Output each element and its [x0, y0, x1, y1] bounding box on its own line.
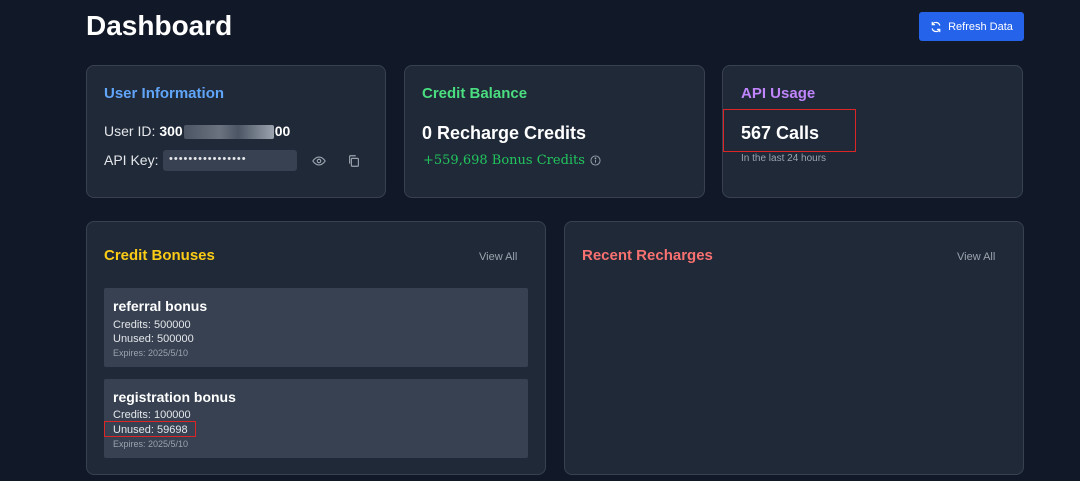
info-icon[interactable]: [590, 155, 601, 166]
bonus-item-referral: referral bonus Credits: 500000 Unused: 5…: [104, 288, 528, 367]
refresh-data-label: Refresh Data: [948, 20, 1013, 33]
credit-bonuses-view-all-link[interactable]: View All: [479, 251, 517, 263]
bonus-expires: Expires: 2025/5/10: [113, 348, 189, 358]
user-id-start: 300: [159, 123, 183, 139]
refresh-icon: [931, 21, 941, 32]
bonus-name: referral bonus: [113, 298, 208, 314]
api-key-label: API Key:: [104, 152, 159, 168]
user-id-label: User ID:: [104, 123, 156, 140]
api-usage-period: In the last 24 hours: [741, 153, 827, 164]
refresh-data-button[interactable]: Refresh Data: [919, 12, 1024, 41]
dashboard-page: Dashboard Refresh Data User Information …: [0, 0, 1080, 481]
recharge-credits-value: 0 Recharge Credits: [422, 123, 587, 143]
bonus-item-registration: registration bonus Credits: 100000 Unuse…: [104, 379, 528, 458]
bonus-credits-row: +559,698 Bonus Credits: [423, 153, 601, 168]
user-id-row: User ID: 300 00: [104, 123, 291, 140]
api-usage-title: API Usage: [741, 85, 816, 102]
api-usage-card: API Usage 567 Calls In the last 24 hours: [722, 65, 1023, 198]
credit-balance-card: Credit Balance 0 Recharge Credits +559,6…: [404, 65, 705, 198]
credit-balance-title: Credit Balance: [422, 85, 528, 102]
page-title: Dashboard: [86, 10, 233, 41]
highlight-box: [104, 421, 196, 437]
user-id-value: 300 00: [159, 123, 291, 140]
user-information-title: User Information: [104, 85, 225, 102]
api-key-row: API Key:: [104, 152, 158, 168]
recent-recharges-card: Recent Recharges View All: [564, 221, 1024, 475]
bonus-credits: Credits: 100000: [113, 409, 191, 421]
bonus-unused: Unused: 500000: [113, 333, 194, 345]
bonus-credits: Credits: 500000: [113, 319, 191, 331]
user-information-card: User Information User ID: 300 00 API Key:…: [86, 65, 386, 198]
highlight-box: [723, 109, 856, 152]
eye-icon[interactable]: [312, 154, 326, 168]
api-key-field[interactable]: ••••••••••••••••: [163, 150, 297, 171]
credit-bonuses-title: Credit Bonuses: [104, 247, 215, 264]
bonus-credits-value: +559,698 Bonus Credits: [423, 153, 585, 168]
bonus-name: registration bonus: [113, 389, 236, 405]
recent-recharges-title: Recent Recharges: [582, 247, 713, 264]
credit-bonuses-card: Credit Bonuses View All referral bonus C…: [86, 221, 546, 475]
bonus-expires: Expires: 2025/5/10: [113, 439, 189, 449]
redacted-block: [183, 125, 274, 140]
copy-icon[interactable]: [347, 154, 361, 168]
recent-recharges-view-all-link[interactable]: View All: [957, 251, 995, 263]
user-id-end: 00: [274, 123, 291, 139]
